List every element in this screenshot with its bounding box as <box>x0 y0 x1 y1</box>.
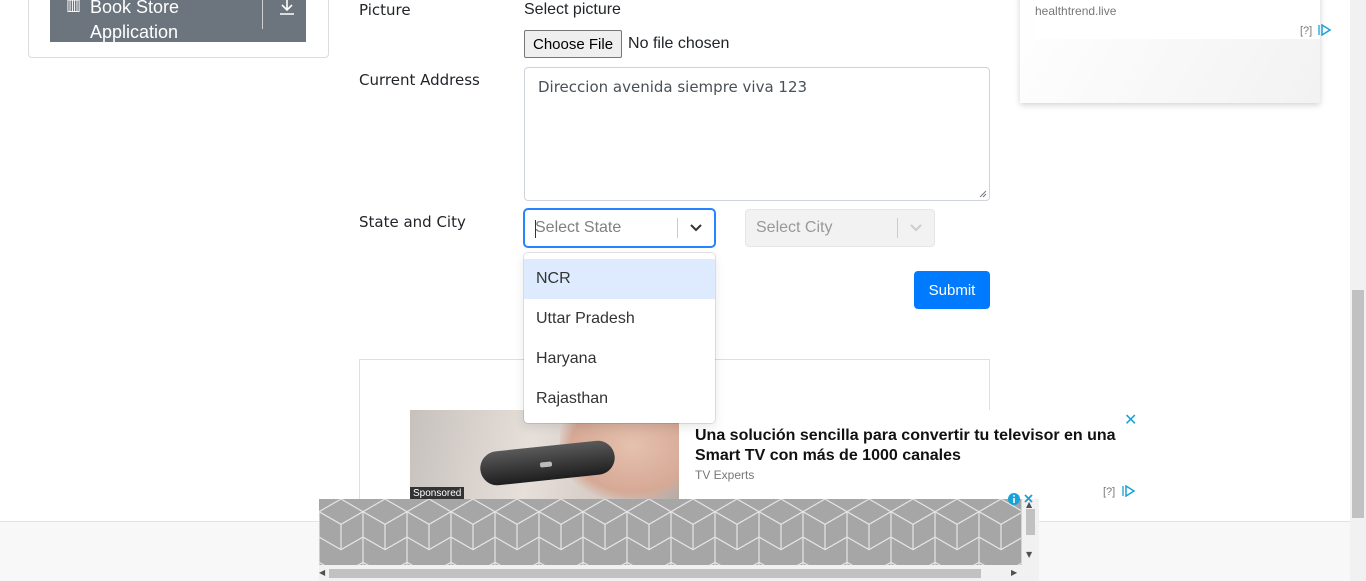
ad-top-choices[interactable]: [?] <box>1300 25 1312 37</box>
ad-info-close-icon[interactable] <box>1007 492 1035 506</box>
sidebar-card: ▥ Book Store Application <box>28 0 329 58</box>
city-chevron-down-icon[interactable] <box>898 223 934 233</box>
download-icon[interactable] <box>277 0 297 17</box>
state-option[interactable]: Uttar Pradesh <box>524 299 715 339</box>
state-city-label: State and City <box>359 213 466 231</box>
state-chevron-down-icon[interactable] <box>678 223 714 233</box>
file-status: No file chosen <box>628 35 730 52</box>
ad-image[interactable]: Sponsored <box>410 410 679 500</box>
state-option[interactable]: Haryana <box>524 339 715 379</box>
state-select[interactable]: Select State <box>524 209 715 247</box>
picture-hint: Select picture <box>524 1 621 18</box>
book-icon: ▥ <box>66 0 82 14</box>
resize-grip-icon[interactable] <box>979 190 987 198</box>
city-select[interactable]: Select City <box>745 209 935 247</box>
choose-file-button[interactable]: Choose File <box>524 30 623 58</box>
adchoices-icon[interactable] <box>1318 24 1332 36</box>
state-dropdown-menu: NCR Uttar Pradesh Haryana Rajasthan <box>524 253 715 423</box>
ad-sticky-iframe[interactable]: ▲ ▼ ◀ ▶ <box>319 499 1039 581</box>
ad-brand: TV Experts <box>695 468 755 482</box>
picture-label: Picture <box>359 1 411 19</box>
sidebar-item-book-store[interactable]: ▥ Book Store Application <box>50 0 306 42</box>
page-scroll-thumb[interactable] <box>1352 290 1364 518</box>
sidebar-item-divider <box>262 0 263 29</box>
submit-button[interactable]: Submit <box>914 271 990 309</box>
close-icon[interactable]: ✕ <box>1124 410 1137 429</box>
ad-pattern-image <box>319 499 1021 565</box>
address-value: Direccion avenida siempre viva 123 <box>538 78 808 96</box>
adchoices-icon[interactable] <box>1122 485 1136 497</box>
address-label: Current Address <box>359 71 480 89</box>
ad-horizontal-scroll-thumb[interactable] <box>329 569 981 578</box>
state-option[interactable]: Rajasthan <box>524 379 715 419</box>
current-address-textarea[interactable]: Direccion avenida siempre viva 123 <box>524 67 990 201</box>
state-option[interactable]: NCR <box>524 259 715 299</box>
ad-mid-choices[interactable]: [?] <box>1103 486 1115 498</box>
page-scrollbar[interactable] <box>1350 0 1366 581</box>
sidebar-item-label: Book Store Application <box>90 0 180 42</box>
file-input[interactable]: Choose File No file chosen <box>524 30 729 58</box>
ad-top-domain: healthtrend.live <box>1035 4 1117 18</box>
ad-title[interactable]: Una solución sencilla para convertir tu … <box>695 426 1125 466</box>
ad-vertical-scrollbar[interactable]: ▲ ▼ <box>1022 499 1039 565</box>
ad-vertical-scroll-thumb[interactable] <box>1026 509 1035 535</box>
ad-top-right[interactable]: healthtrend.live [?] <box>1020 0 1332 103</box>
city-placeholder: Select City <box>756 219 833 236</box>
ad-native[interactable]: Sponsored Una solución sencilla para con… <box>410 410 1138 500</box>
state-placeholder: Select State <box>525 219 677 238</box>
ad-horizontal-scrollbar[interactable]: ◀ ▶ <box>319 565 1039 581</box>
